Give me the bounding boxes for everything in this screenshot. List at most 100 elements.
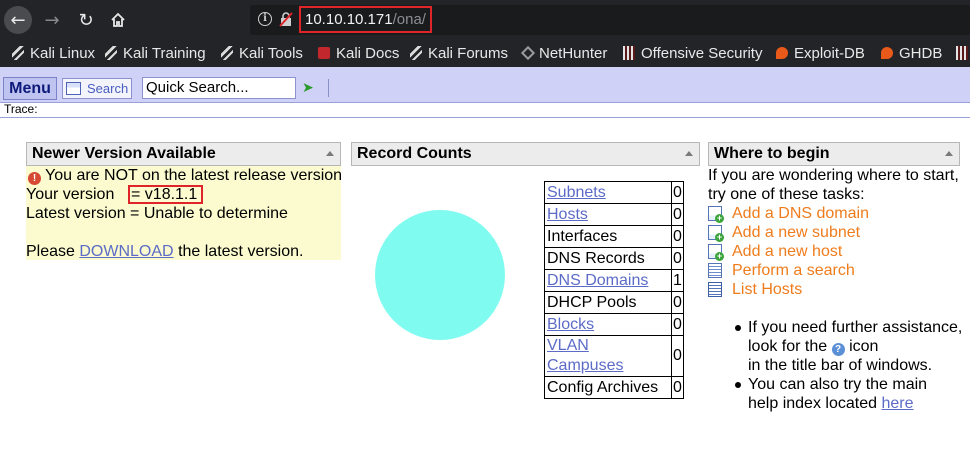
- go-arrow-icon[interactable]: ➤: [302, 81, 314, 95]
- collapse-icon[interactable]: [326, 151, 334, 156]
- record-count-cell: 0: [671, 225, 684, 248]
- insecure-lock-icon[interactable]: [279, 11, 293, 27]
- menu-button[interactable]: Menu: [3, 77, 57, 100]
- task-add-subnet[interactable]: + Add a new subnet: [708, 223, 860, 242]
- bookmark-kali-linux[interactable]: Kali Linux: [12, 43, 95, 63]
- record-type-link[interactable]: Blocks: [547, 316, 594, 333]
- reload-icon[interactable]: ↻: [72, 6, 100, 34]
- record-type-cell[interactable]: Subnets: [544, 181, 672, 204]
- please-text: Please: [26, 243, 75, 260]
- task-add-dns-domain[interactable]: + Add a DNS domain: [708, 204, 869, 223]
- bookmark-label: Kali Linux: [30, 44, 96, 62]
- record-type-link[interactable]: Subnets: [547, 184, 606, 201]
- bookmark-overflow[interactable]: [956, 43, 970, 63]
- download-line: Please DOWNLOAD the latest version.: [26, 242, 303, 261]
- page-info-icon[interactable]: i: [258, 12, 272, 26]
- bookmark-kali-docs[interactable]: Kali Docs: [318, 43, 399, 63]
- add-dns-domain-icon: +: [708, 206, 724, 223]
- record-type-cell: Config Archives: [544, 376, 672, 399]
- task-label: List Hosts: [732, 280, 803, 298]
- table-row: VLAN Campuses 0: [544, 335, 684, 377]
- help-line-2-end: icon: [849, 338, 879, 355]
- task-list-hosts[interactable]: List Hosts: [708, 280, 802, 299]
- record-count-cell: 0: [671, 203, 684, 226]
- list-icon: [708, 282, 722, 297]
- bookmark-kali-forums[interactable]: Kali Forums: [410, 43, 508, 63]
- url-text[interactable]: 10.10.10.171/ona/: [299, 6, 432, 33]
- quick-search-input[interactable]: Quick Search...: [142, 77, 296, 99]
- record-counts-pie: [375, 210, 505, 340]
- version-warning: ! You are NOT on the latest release versi…: [28, 166, 342, 185]
- record-type-cell: Interfaces: [544, 225, 672, 248]
- collapse-icon[interactable]: [945, 151, 953, 156]
- help-index-link[interactable]: here: [881, 395, 913, 412]
- version-panel-title: Newer Version Available: [32, 145, 216, 162]
- bookmark-ghdb[interactable]: GHDB: [881, 43, 942, 63]
- record-type-cell[interactable]: VLAN Campuses: [544, 335, 672, 377]
- bookmark-offensive-security[interactable]: Offensive Security: [623, 43, 762, 63]
- record-count-cell: 0: [671, 376, 684, 399]
- latest-version-text: Latest version = Unable to determine: [26, 205, 288, 222]
- record-count-cell: 1: [671, 269, 684, 292]
- your-version-label: Your version: [26, 186, 115, 203]
- add-host-icon: +: [708, 244, 724, 261]
- help-line-1: If you need further assistance,: [748, 319, 963, 336]
- kali-dragon-icon: [105, 46, 117, 60]
- task-label: Add a new host: [732, 242, 843, 260]
- record-type-cell[interactable]: Blocks: [544, 313, 672, 336]
- record-count-cell: 0: [671, 247, 684, 270]
- offsec-icon: [623, 46, 635, 60]
- bookmark-exploit-db[interactable]: Exploit-DB: [776, 43, 865, 63]
- collapse-icon[interactable]: [685, 151, 693, 156]
- bookmark-nethunter[interactable]: NetHunter: [520, 43, 607, 63]
- table-row: Subnets 0: [544, 181, 684, 204]
- kali-dragon-icon: [410, 46, 422, 60]
- task-label: Add a DNS domain: [732, 204, 869, 222]
- record-type-cell: DHCP Pools: [544, 291, 672, 314]
- help-line-5: help index located here: [748, 394, 913, 413]
- kali-dragon-icon: [221, 46, 233, 60]
- bookmark-label: Exploit-DB: [794, 44, 865, 62]
- bookmark-kali-tools[interactable]: Kali Tools: [221, 43, 303, 63]
- bookmark-label: GHDB: [899, 44, 943, 62]
- help-line-2-start: look for the: [748, 338, 828, 355]
- home-icon[interactable]: [104, 6, 132, 34]
- record-counts-title: Record Counts: [357, 145, 472, 162]
- search-label: Search: [87, 81, 129, 96]
- add-subnet-icon: +: [708, 225, 724, 242]
- record-count-cell: 0: [671, 291, 684, 314]
- record-type-cell[interactable]: Hosts: [544, 203, 672, 226]
- record-type-link[interactable]: DNS Domains: [547, 272, 648, 289]
- url-host: 10.10.10.171: [305, 11, 393, 28]
- warning-icon: !: [28, 172, 41, 185]
- help-line-3: in the title bar of windows.: [748, 357, 933, 374]
- table-row: Hosts 0: [544, 203, 684, 226]
- download-link[interactable]: DOWNLOAD: [79, 243, 173, 260]
- search-button[interactable]: Search: [62, 78, 132, 99]
- help-index-text: help index located: [748, 395, 877, 412]
- task-perform-search[interactable]: Perform a search: [708, 261, 855, 280]
- record-type-link[interactable]: Hosts: [547, 206, 588, 223]
- where-to-begin-title: Where to begin: [714, 145, 830, 162]
- bullet-icon: [735, 325, 741, 331]
- bookmark-label: Kali Tools: [239, 44, 303, 62]
- latest-version-suffix: the latest version.: [178, 243, 304, 260]
- table-row: DHCP Pools 0: [544, 291, 684, 314]
- record-count-cell: 0: [671, 313, 684, 336]
- record-type-cell[interactable]: DNS Domains: [544, 269, 672, 292]
- bookmark-kali-training[interactable]: Kali Training: [105, 43, 206, 63]
- bookmarks-bar: Kali Linux Kali Training Kali Tools Kali…: [0, 40, 970, 67]
- task-label: Add a new subnet: [732, 223, 861, 241]
- kali-dragon-icon: [12, 46, 24, 60]
- bookmark-label: Offensive Security: [641, 44, 763, 62]
- nethunter-icon: [520, 45, 536, 61]
- kali-docs-icon: [318, 47, 330, 59]
- forward-icon[interactable]: →: [38, 6, 66, 34]
- search-doc-icon: [708, 263, 722, 278]
- search-window-icon: [66, 82, 81, 95]
- task-add-host[interactable]: + Add a new host: [708, 242, 842, 261]
- trace-bar: Trace:: [0, 103, 970, 118]
- browser-toolbar: ← → ↻ i 10.10.10.171/ona/: [0, 0, 970, 40]
- record-type-link[interactable]: VLAN Campuses: [547, 337, 623, 374]
- back-icon[interactable]: ←: [4, 6, 32, 34]
